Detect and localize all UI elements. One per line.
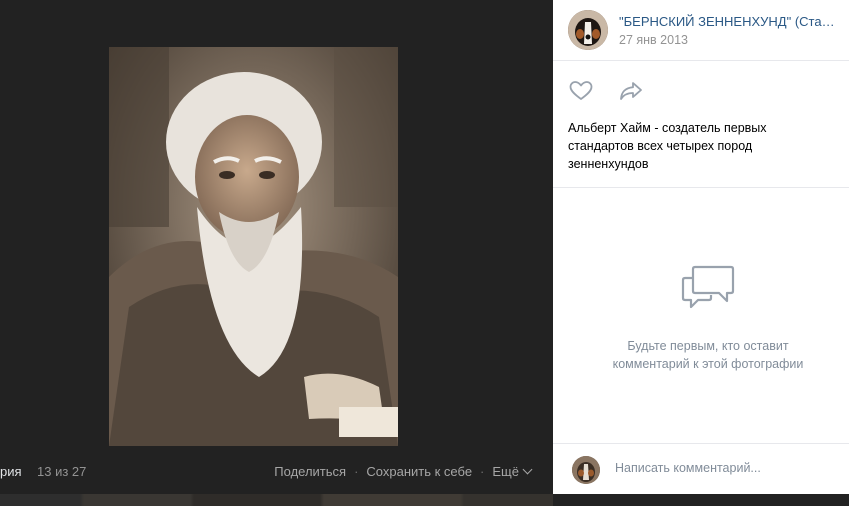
separator-dot: · (354, 464, 359, 479)
heart-icon[interactable] (568, 78, 594, 104)
post-date[interactable]: 27 янв 2013 (619, 33, 688, 47)
dog-avatar-image (568, 10, 608, 50)
comment-composer (553, 443, 849, 495)
comment-input[interactable] (615, 461, 835, 475)
album-name[interactable]: рия (0, 464, 22, 479)
user-avatar[interactable] (572, 456, 600, 484)
share-arrow-icon[interactable] (618, 78, 644, 104)
photo[interactable] (109, 47, 398, 446)
photo-portrait-image (109, 47, 398, 446)
group-avatar[interactable] (568, 10, 608, 50)
photo-counter: 13 из 27 (37, 464, 87, 479)
thumbnail-strip[interactable] (0, 494, 553, 506)
viewer-bottom-bar: рия 13 из 27 Поделиться · Сохранить к се… (0, 458, 553, 484)
chevron-down-icon (522, 464, 533, 475)
panel-header: "БЕРНСКИЙ ЗЕННЕНХУНД" (Стандарт породы) … (553, 0, 849, 61)
share-link[interactable]: Поделиться (274, 464, 346, 479)
more-button[interactable]: Ещё (492, 464, 533, 479)
separator-dot: · (480, 464, 485, 479)
more-label: Ещё (492, 464, 519, 479)
photo-info-panel: "БЕРНСКИЙ ЗЕННЕНХУНД" (Стандарт породы) … (553, 0, 849, 494)
empty-comments-text: Будьте первым, кто оставит комментарий к… (612, 339, 804, 371)
save-link[interactable]: Сохранить к себе (366, 464, 472, 479)
group-title[interactable]: "БЕРНСКИЙ ЗЕННЕНХУНД" (Стандарт породы) (619, 14, 841, 29)
comments-icon (681, 264, 735, 314)
photo-viewer: рия 13 из 27 Поделиться · Сохранить к се… (0, 0, 553, 506)
divider (553, 187, 849, 188)
photo-description: Альберт Хайм - создатель первых стандарт… (568, 121, 767, 171)
photo-actions: Поделиться · Сохранить к себе · Ещё (274, 464, 533, 479)
